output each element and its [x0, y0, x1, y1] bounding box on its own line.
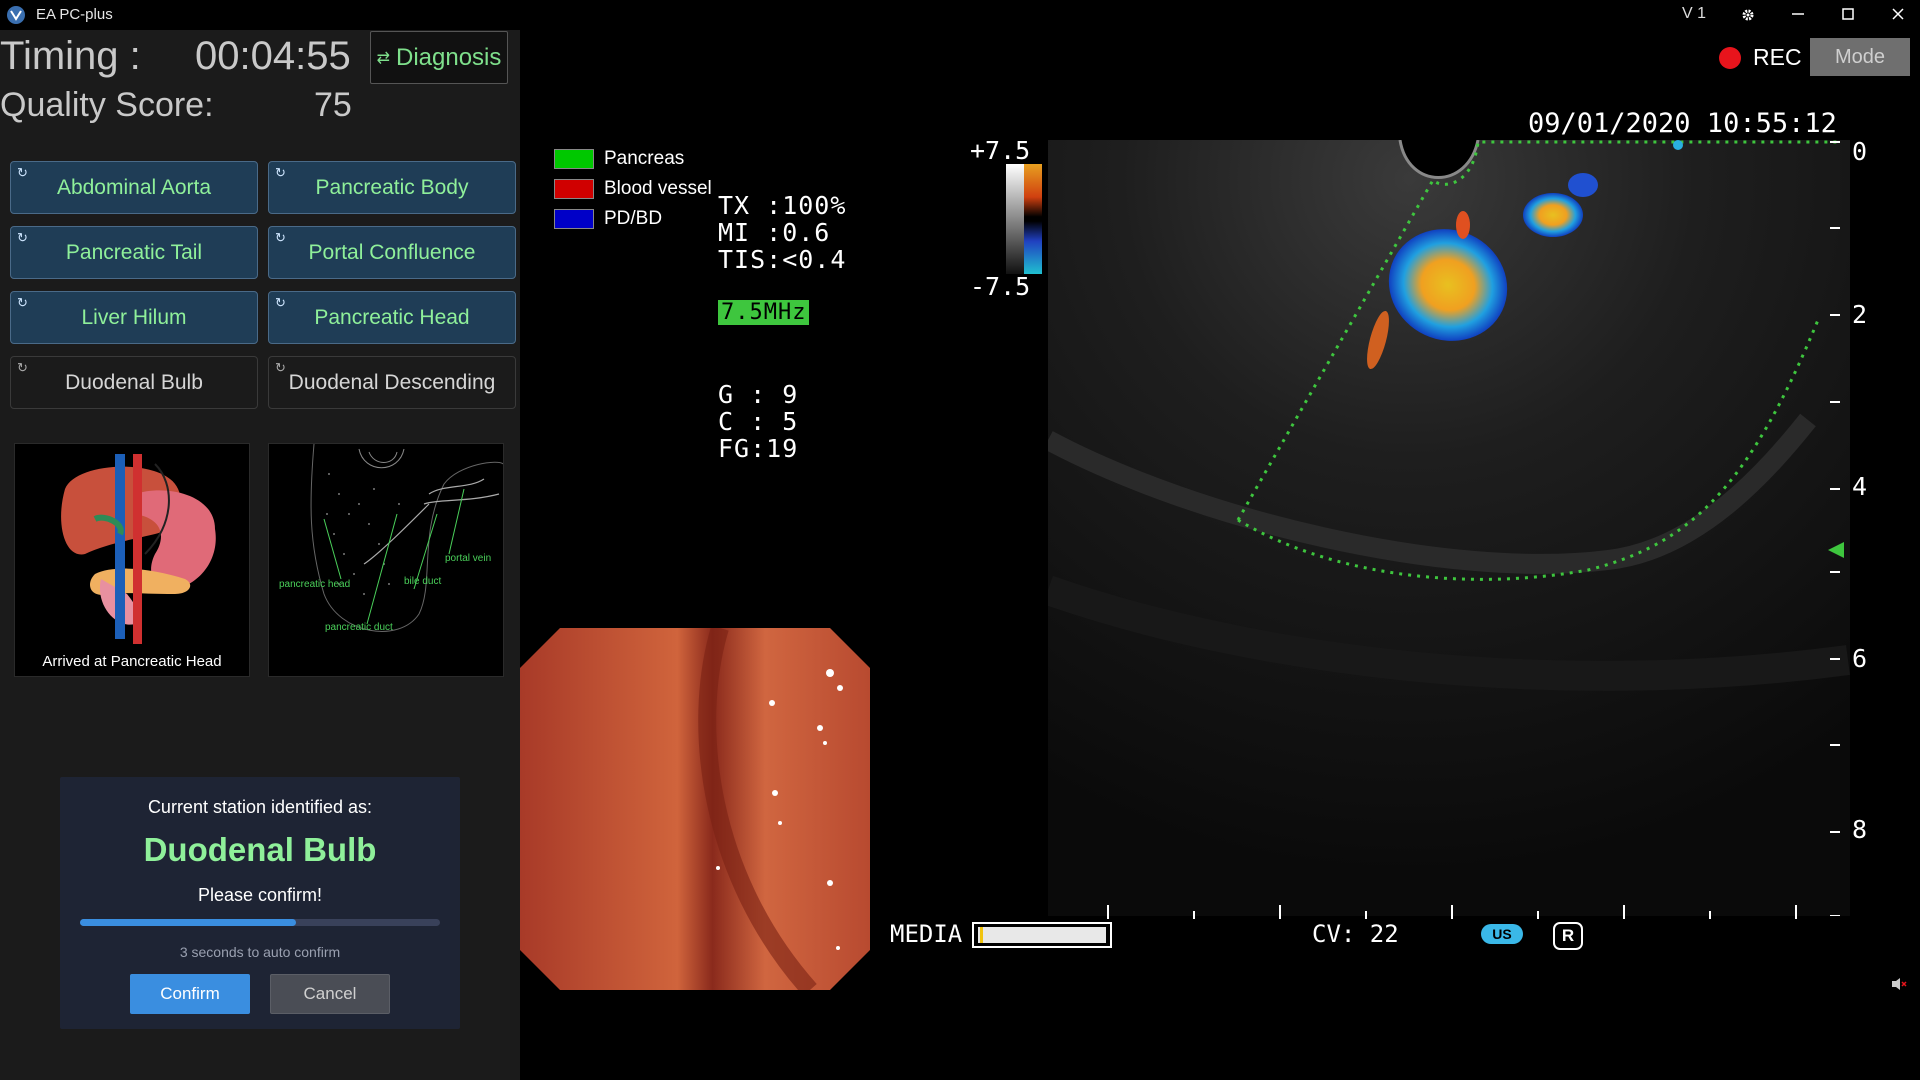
station-button-pancreatic-body[interactable]: ↻ Pancreatic Body: [268, 161, 516, 214]
legend-swatch: [554, 149, 594, 169]
anatomy-schematic-card: pancreatic head bile duct portal vein pa…: [268, 443, 504, 677]
station-label: Pancreatic Tail: [65, 240, 203, 264]
dialog-message: Current station identified as:: [147, 797, 373, 817]
depth-label-4: 4: [1852, 472, 1868, 501]
progress-fill: [80, 919, 296, 926]
refresh-icon: ↻: [275, 230, 286, 245]
depth-label-2: 2: [1852, 300, 1868, 329]
anatomy-organs-illustration: [61, 454, 216, 644]
refresh-icon: ↻: [17, 165, 28, 180]
mode-button[interactable]: Mode: [1810, 38, 1910, 76]
us-mode-badge: US: [1481, 924, 1523, 944]
gray-scale-strip: [1006, 164, 1024, 274]
color-scale-strip: [1024, 164, 1042, 274]
station-label: Pancreatic Head: [314, 305, 470, 329]
rec-indicator-icon: [1719, 47, 1741, 69]
diagnosis-label: Diagnosis: [396, 43, 502, 71]
frequency-badge: 7.5MHz: [718, 300, 810, 325]
quality-score-value: 75: [314, 86, 352, 124]
legend-item-blood-vessel: Blood vessel: [554, 178, 712, 200]
media-level-bar: [972, 922, 1112, 948]
depth-label-8: 8: [1852, 815, 1868, 844]
label-portal-vein: portal vein: [445, 553, 491, 564]
media-level-fill: [978, 927, 1106, 943]
legend-item-pd-bd: PD/BD: [554, 208, 662, 230]
mi-param: MI :0.6: [718, 218, 831, 247]
station-button-liver-hilum[interactable]: ↻ Liver Hilum: [10, 291, 258, 344]
minimize-icon[interactable]: [1783, 2, 1813, 28]
depth-label-6: 6: [1852, 644, 1868, 673]
refresh-icon: ↻: [17, 360, 28, 375]
dialog-prompt: Please confirm!: [197, 885, 323, 905]
app-title: EA PC-plus: [36, 6, 113, 23]
depth-label-0: 0: [1852, 137, 1868, 166]
anatomy-illustration-card: Arrived at Pancreatic Head: [14, 443, 250, 677]
doppler-scale-min: -7.5: [970, 272, 1031, 301]
r-orientation-badge: R: [1553, 922, 1583, 950]
station-label: Duodenal Descending: [288, 370, 496, 394]
legend-label: Pancreas: [604, 148, 685, 169]
station-label: Portal Confluence: [308, 240, 476, 264]
station-button-portal-confluence[interactable]: ↻ Portal Confluence: [268, 226, 516, 279]
station-button-duodenal-descending[interactable]: ↻ Duodenal Descending: [268, 356, 516, 409]
auto-confirm-hint: 3 seconds to auto confirm: [179, 944, 341, 960]
refresh-icon: ↻: [17, 230, 28, 245]
label-bile-duct: bile duct: [404, 576, 441, 587]
timing-label: Timing :: [0, 34, 141, 78]
legend-swatch: [554, 209, 594, 229]
ultrasound-schematic: pancreatic head bile duct portal vein pa…: [279, 443, 504, 633]
refresh-icon: ↻: [17, 295, 28, 310]
arrived-caption: Arrived at Pancreatic Head: [42, 653, 222, 670]
title-bar: EA PC-plus V 1: [0, 0, 1920, 30]
tx-param: TX :100%: [718, 191, 847, 220]
media-level-marker: [980, 927, 983, 943]
legend-item-pancreas: Pancreas: [554, 148, 684, 170]
label-pancreatic-duct: pancreatic duct: [325, 622, 393, 633]
refresh-icon: ↻: [275, 165, 286, 180]
contrast-param: C : 5: [718, 407, 799, 436]
station-button-pancreatic-tail[interactable]: ↻ Pancreatic Tail: [10, 226, 258, 279]
fg-param: FG:19: [718, 434, 799, 463]
rec-label[interactable]: REC: [1753, 44, 1802, 71]
legend-label: Blood vessel: [604, 178, 712, 199]
maximize-icon[interactable]: [1833, 2, 1863, 28]
auto-confirm-progress: [80, 919, 440, 926]
settings-gear-icon[interactable]: [1733, 2, 1763, 28]
horizontal-ruler: [1107, 905, 1797, 919]
diagnosis-button[interactable]: ⇄ Diagnosis: [370, 31, 508, 84]
ultrasound-image: [1048, 140, 1850, 916]
station-button-duodenal-bulb[interactable]: ↻ Duodenal Bulb: [10, 356, 258, 409]
endoscope-video-view: [520, 628, 870, 990]
swap-arrows-icon: ⇄: [376, 49, 390, 67]
cancel-button[interactable]: Cancel: [270, 974, 390, 1014]
identified-station: Duodenal Bulb: [143, 831, 377, 868]
quality-score-label: Quality Score:: [0, 86, 214, 124]
station-confirm-dialog: Current station identified as: Duodenal …: [60, 777, 460, 1029]
media-label: MEDIA: [890, 920, 963, 948]
legend-swatch: [554, 179, 594, 199]
confirm-button[interactable]: Confirm: [130, 974, 250, 1014]
app-logo-icon: [7, 6, 25, 24]
station-button-abdominal-aorta[interactable]: ↻ Abdominal Aorta: [10, 161, 258, 214]
refresh-icon: ↻: [275, 295, 286, 310]
legend-label: PD/BD: [604, 208, 663, 229]
doppler-color-bar: [1006, 164, 1042, 274]
cv-readout: CV: 22: [1312, 920, 1399, 948]
gain-param: G : 9: [718, 380, 799, 409]
version-label: V 1: [1682, 5, 1707, 22]
station-label: Abdominal Aorta: [56, 175, 212, 199]
exam-datetime: 09/01/2020 10:55:12: [1528, 108, 1837, 139]
doppler-scale-max: +7.5: [970, 136, 1031, 165]
timing-value: 00:04:55: [195, 34, 351, 78]
station-label: Pancreatic Body: [315, 175, 469, 199]
label-pancreatic-head: pancreatic head: [279, 579, 350, 590]
close-icon[interactable]: [1883, 2, 1913, 28]
refresh-icon: ↻: [275, 360, 286, 375]
station-button-pancreatic-head[interactable]: ↻ Pancreatic Head: [268, 291, 516, 344]
tis-param: TIS:<0.4: [718, 245, 847, 274]
station-label: Liver Hilum: [81, 305, 187, 329]
station-label: Duodenal Bulb: [65, 370, 203, 394]
speaker-muted-icon[interactable]: [1891, 977, 1907, 991]
